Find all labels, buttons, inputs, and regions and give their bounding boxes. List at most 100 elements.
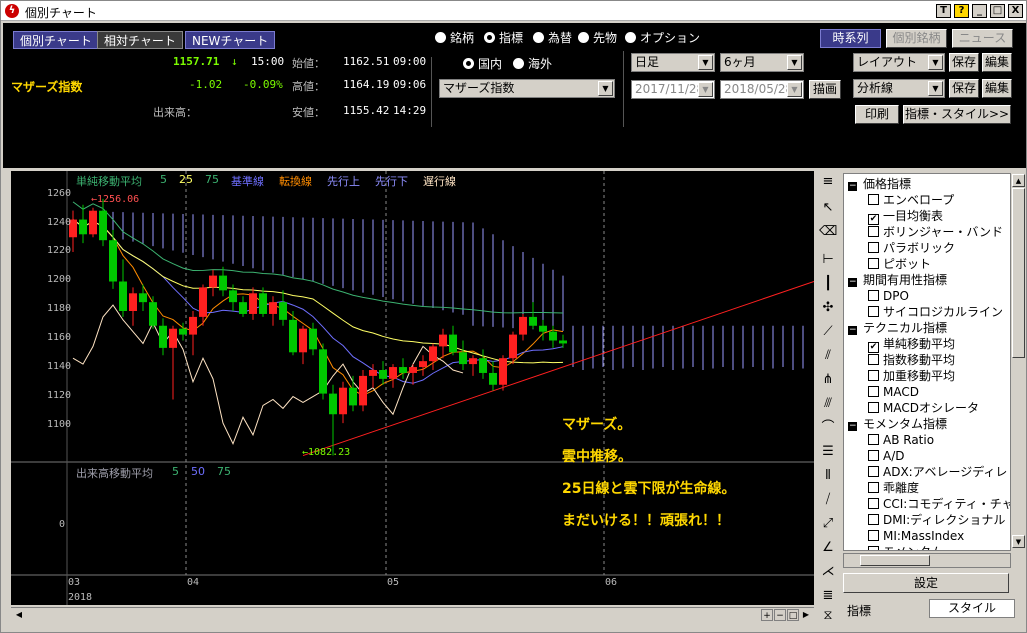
- scroll-up-icon[interactable]: ▲: [1012, 174, 1025, 187]
- radio-stock[interactable]: 銘柄: [435, 29, 474, 46]
- tree-item[interactable]: エンベロープ: [868, 192, 954, 208]
- checkbox[interactable]: [868, 450, 879, 461]
- tree-item[interactable]: DMI:ディレクショナル: [868, 512, 1005, 528]
- scroll-down-icon[interactable]: ▼: [1012, 535, 1025, 548]
- fan-line-icon[interactable]: ⫽: [819, 347, 837, 365]
- tree-item[interactable]: 乖離度: [868, 480, 919, 496]
- collapse-handle-icon[interactable]: ≡: [819, 173, 837, 191]
- crosshair-icon[interactable]: ✣: [819, 299, 837, 317]
- checkbox[interactable]: [868, 498, 879, 509]
- pointer-icon[interactable]: ↖: [819, 199, 837, 217]
- topmost-button[interactable]: T: [936, 4, 951, 18]
- speed-line-icon[interactable]: ⫻: [819, 395, 837, 413]
- checkbox[interactable]: [868, 242, 879, 253]
- tree-item[interactable]: ピボット: [868, 256, 931, 272]
- minimize-button[interactable]: _: [972, 4, 987, 18]
- horizontal-scrollbar[interactable]: ◀ + − □ ▶: [11, 607, 814, 622]
- radio-index[interactable]: 指標: [484, 29, 523, 46]
- draw-button[interactable]: 描画: [809, 80, 841, 99]
- scroll-thumb[interactable]: [1012, 188, 1025, 358]
- tree-item[interactable]: AB Ratio: [868, 432, 934, 448]
- help-button[interactable]: ?: [954, 4, 969, 18]
- checkbox[interactable]: [868, 386, 879, 397]
- eraser-icon[interactable]: ⌫: [819, 223, 837, 241]
- checkbox[interactable]: [868, 226, 879, 237]
- tree-item[interactable]: DPO: [868, 288, 909, 304]
- zoom-in-icon[interactable]: +: [761, 609, 773, 621]
- layout-select[interactable]: レイアウト ▼: [853, 53, 945, 72]
- settings-button[interactable]: 設定: [843, 573, 1009, 593]
- radio-fx[interactable]: 為替: [533, 29, 572, 46]
- radio-overseas[interactable]: 海外: [513, 55, 552, 72]
- collapse-icon[interactable]: −: [848, 182, 857, 191]
- collapse-icon[interactable]: −: [848, 278, 857, 287]
- checkbox[interactable]: [868, 402, 879, 413]
- tab-relative-chart[interactable]: 相対チャート: [97, 31, 183, 49]
- parallel-line-icon[interactable]: ⧸: [819, 491, 837, 509]
- radio-domestic[interactable]: 国内: [463, 55, 502, 72]
- analysis-edit-button[interactable]: 編集: [982, 79, 1012, 98]
- retracement-icon[interactable]: ≣: [819, 587, 837, 605]
- scroll-left-icon[interactable]: ◀: [13, 609, 25, 621]
- checkbox[interactable]: [868, 258, 879, 269]
- checkbox[interactable]: [868, 530, 879, 541]
- period-select[interactable]: 日足 ▼: [631, 53, 715, 72]
- cycle-icon[interactable]: ⧖: [819, 607, 837, 625]
- date-from-field[interactable]: 2017/11/28 ▼: [631, 80, 715, 99]
- tree-item[interactable]: MI:MassIndex: [868, 528, 964, 544]
- chart-area[interactable]: 単純移動平均 5 25 75 基準線 転換線 先行上 先行下 遅行線 出来高移動平均 5 50 75 …: [11, 171, 815, 605]
- panel-hscrollbar[interactable]: [843, 553, 1011, 568]
- fibonacci-fan-icon[interactable]: ⋔: [819, 371, 837, 389]
- tree-item[interactable]: モメンタム: [868, 544, 943, 550]
- tree-item[interactable]: ✔ 単純移動平均: [868, 336, 955, 353]
- tab-new-chart[interactable]: NEWチャート: [185, 31, 276, 49]
- indicator-style-button[interactable]: 指標・スタイル>>: [903, 105, 1011, 124]
- checkbox[interactable]: [868, 466, 879, 477]
- checkbox[interactable]: [868, 546, 879, 550]
- tree-item[interactable]: MACD: [868, 384, 919, 400]
- tree-group[interactable]: − 価格指標: [848, 176, 911, 192]
- tree-item[interactable]: サイコロジカルライン: [868, 304, 1003, 320]
- checkbox[interactable]: [868, 194, 879, 205]
- analysis-select[interactable]: 分析線 ▼: [853, 79, 945, 98]
- radio-futures[interactable]: 先物: [578, 29, 617, 46]
- trendline-icon[interactable]: ⟋: [819, 323, 837, 341]
- close-button[interactable]: X: [1008, 4, 1023, 18]
- channel-icon[interactable]: ☰: [819, 443, 837, 461]
- analysis-save-button[interactable]: 保存: [949, 79, 979, 98]
- panel-scroll-thumb[interactable]: [860, 555, 930, 566]
- tree-item[interactable]: MACDオシレータ: [868, 400, 979, 416]
- maximize-button[interactable]: □: [990, 4, 1005, 18]
- tree-item[interactable]: ✔ 一目均衡表: [868, 208, 943, 225]
- date-to-field[interactable]: 2018/05/28 ▼: [720, 80, 804, 99]
- tree-item[interactable]: CCI:コモディティ・チャ: [868, 496, 1010, 512]
- tree-item[interactable]: ADX:アベレージディレ: [868, 464, 1007, 480]
- tree-item[interactable]: A/D: [868, 448, 905, 464]
- fibonacci-time-icon[interactable]: ⦀: [819, 467, 837, 485]
- checkbox[interactable]: [868, 370, 879, 381]
- vertical-scrollbar[interactable]: ▲ ▼: [1011, 173, 1026, 551]
- checkbox[interactable]: [868, 290, 879, 301]
- timeseries-button[interactable]: 時系列: [820, 29, 881, 48]
- angle-line-icon[interactable]: ∠: [819, 539, 837, 557]
- checkbox[interactable]: [868, 306, 879, 317]
- checkbox[interactable]: [868, 514, 879, 525]
- regression-icon[interactable]: ⤢: [819, 515, 837, 533]
- range-select[interactable]: 6ヶ月 ▼: [720, 53, 804, 72]
- tab-individual-chart[interactable]: 個別チャート: [13, 31, 99, 49]
- radio-options[interactable]: オプション: [625, 29, 700, 46]
- arc-icon[interactable]: ⌒: [819, 419, 837, 437]
- tree-item[interactable]: ボリンジャー・バンド: [868, 224, 1003, 240]
- tree-item[interactable]: 指数移動平均: [868, 352, 955, 368]
- layout-edit-button[interactable]: 編集: [982, 53, 1012, 72]
- zigzag-icon[interactable]: ⋌: [819, 563, 837, 581]
- scroll-right-icon[interactable]: ▶: [800, 609, 812, 621]
- tab-indicators[interactable]: 指標: [847, 602, 871, 619]
- indicator-tree[interactable]: − 価格指標 エンベロープ ✔ 一目均衡表 ボリンジャー・バンド パラボリック ピボット − 期間…: [843, 173, 1011, 551]
- tree-group[interactable]: − 期間有用性指標: [848, 272, 947, 288]
- tree-item[interactable]: パラボリック: [868, 240, 955, 256]
- checkbox[interactable]: [868, 354, 879, 365]
- index-select[interactable]: マザーズ指数 ▼: [439, 79, 615, 98]
- price-chart[interactable]: [11, 171, 815, 605]
- zoom-fit-icon[interactable]: □: [787, 609, 799, 621]
